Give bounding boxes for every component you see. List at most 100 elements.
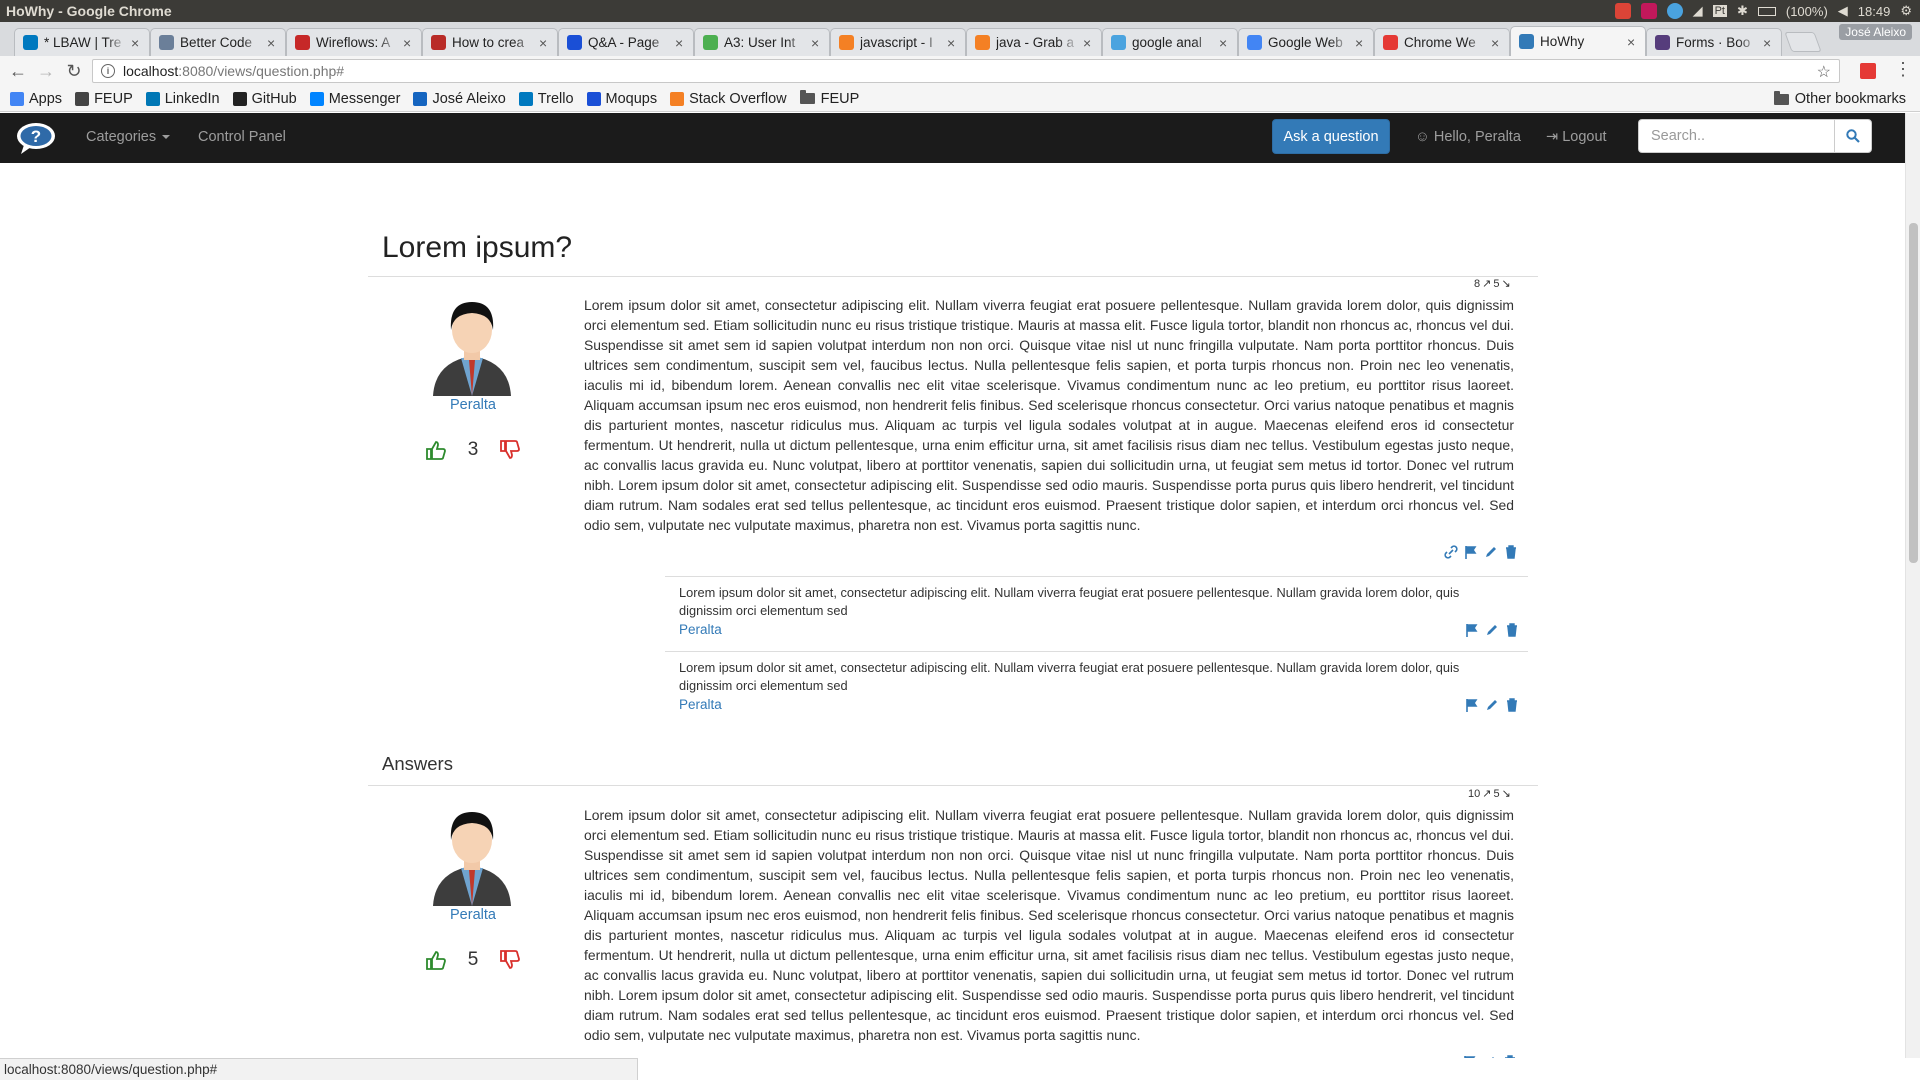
browser-tab[interactable]: Wireflows: A × [286,28,422,56]
logout-label: Logout [1562,129,1607,145]
bookmark-item[interactable]: Apps [10,91,62,107]
logout-link[interactable]: ⇥ Logout [1546,129,1607,145]
bookmark-item[interactable]: Trello [518,91,574,107]
back-button[interactable]: ← [4,57,32,85]
categories-dropdown[interactable]: Categories [86,129,171,145]
tab-close-icon[interactable]: × [1083,35,1095,51]
clock[interactable]: 18:49 [1858,4,1891,19]
comment-author[interactable]: Peralta [679,622,722,637]
bookmark-item[interactable]: GitHub [232,91,297,107]
howhy-logo-icon[interactable]: ? [16,121,56,155]
answer-author[interactable]: Peralta [393,907,553,923]
bookmark-item[interactable]: FEUP [799,90,859,107]
browser-tab[interactable]: HoWhy × [1510,26,1646,56]
bookmark-item[interactable]: Moqups [586,91,657,107]
battery-icon[interactable] [1757,6,1776,16]
title-divider [368,276,1538,277]
thumbs-up-icon[interactable] [425,950,446,970]
extension-icon[interactable] [1860,63,1876,79]
flag-icon[interactable] [1465,698,1479,712]
browser-tab[interactable]: Chrome We × [1374,28,1510,56]
browser-tab[interactable]: A3: User Int × [694,28,830,56]
tab-close-icon[interactable]: × [1219,35,1231,51]
question-body: Lorem ipsum dolor sit amet, consectetur … [584,297,1514,533]
user-greeting-link[interactable]: ☺ Hello, Peralta [1415,129,1521,145]
tab-close-icon[interactable]: × [1355,35,1367,51]
bookmark-item[interactable]: José Aleixo [413,91,506,107]
git-icon [703,35,718,50]
avatar[interactable] [431,806,513,906]
volume-icon[interactable]: ◀ [1838,3,1848,19]
new-tab-button[interactable] [1784,32,1822,52]
keyboard-layout[interactable]: Pt [1712,5,1727,17]
search-input[interactable]: Search.. [1638,119,1834,153]
bluetooth-icon[interactable]: ✱ [1737,3,1748,19]
tab-close-icon[interactable]: × [675,35,687,51]
forward-button[interactable]: → [32,57,60,85]
flag-icon[interactable] [1464,545,1478,559]
search-button[interactable] [1834,119,1872,153]
tab-close-icon[interactable]: × [1763,35,1775,51]
flag-icon[interactable] [1465,623,1479,637]
thumbs-up-icon[interactable] [425,440,446,460]
categories-label: Categories [86,129,157,145]
control-panel-link[interactable]: Control Panel [198,129,286,145]
reload-button[interactable]: ↻ [60,57,88,85]
page-scrollbar[interactable] [1905,113,1920,1058]
other-bookmarks[interactable]: Other bookmarks [1773,90,1906,107]
site-info-icon[interactable]: i [101,64,115,78]
answer-dislikes-count: 5 [1493,787,1500,800]
scrollbar-thumb[interactable] [1909,223,1918,563]
tab-title: How to crea [452,35,525,50]
tab-title: Google Web [1268,35,1343,50]
comment-author[interactable]: Peralta [679,697,722,712]
link-icon[interactable] [1444,545,1458,559]
trello-icon [518,91,533,106]
profile-button[interactable]: José Aleixo [1839,24,1912,40]
bookmark-item[interactable]: Messenger [309,91,400,107]
browser-tab[interactable]: * LBAW | Tre × [14,28,150,56]
quora-icon [431,35,446,50]
gmail-icon[interactable] [1614,3,1631,19]
browser-tab[interactable]: Forms · Boo × [1646,28,1782,56]
edit-pencil-icon[interactable] [1485,623,1499,637]
app-indicator-icon[interactable] [1640,3,1657,19]
cloud-sync-icon[interactable] [1666,3,1683,19]
tab-close-icon[interactable]: × [1491,35,1503,51]
bookmark-item[interactable]: LinkedIn [145,91,220,107]
thumbs-down-icon[interactable] [500,950,521,970]
tab-close-icon[interactable]: × [403,35,415,51]
settings-gear-icon[interactable]: ⚙ [1900,3,1912,19]
tab-close-icon[interactable]: × [947,35,959,51]
question-author[interactable]: Peralta [393,397,553,413]
bookmark-star-icon[interactable]: ☆ [1817,62,1831,82]
tab-close-icon[interactable]: × [267,35,279,51]
edit-pencil-icon[interactable] [1484,545,1498,559]
avatar[interactable] [431,296,513,396]
caret-down-icon [162,135,171,140]
thumbs-down-icon[interactable] [500,440,521,460]
browser-tab[interactable]: javascript - I × [830,28,966,56]
trash-icon[interactable] [1504,545,1518,559]
browser-tab[interactable]: Better Code × [150,28,286,56]
url-host: localhost [123,63,179,79]
browser-tab[interactable]: Q&A - Page × [558,28,694,56]
tab-close-icon[interactable]: × [1627,34,1639,50]
edit-pencil-icon[interactable] [1485,698,1499,712]
bookmark-item[interactable]: FEUP [75,91,133,107]
bookmark-item[interactable]: Stack Overflow [670,91,787,107]
trash-icon[interactable] [1505,623,1519,637]
chrome-menu-icon[interactable]: ⋮ [1894,59,1912,80]
tab-close-icon[interactable]: × [131,35,143,51]
browser-tab[interactable]: google anal × [1102,28,1238,56]
browser-tab[interactable]: How to crea × [422,28,558,56]
ask-question-button[interactable]: Ask a question [1272,119,1390,154]
tab-title: HoWhy [1540,34,1585,49]
address-bar[interactable]: i localhost:8080/views/question.php# ☆ [92,59,1840,83]
browser-tab[interactable]: Google Web × [1238,28,1374,56]
tab-close-icon[interactable]: × [811,35,823,51]
wifi-icon[interactable]: ◢ [1693,3,1703,19]
trash-icon[interactable] [1505,698,1519,712]
tab-close-icon[interactable]: × [539,35,551,51]
browser-tab[interactable]: java - Grab a × [966,28,1102,56]
